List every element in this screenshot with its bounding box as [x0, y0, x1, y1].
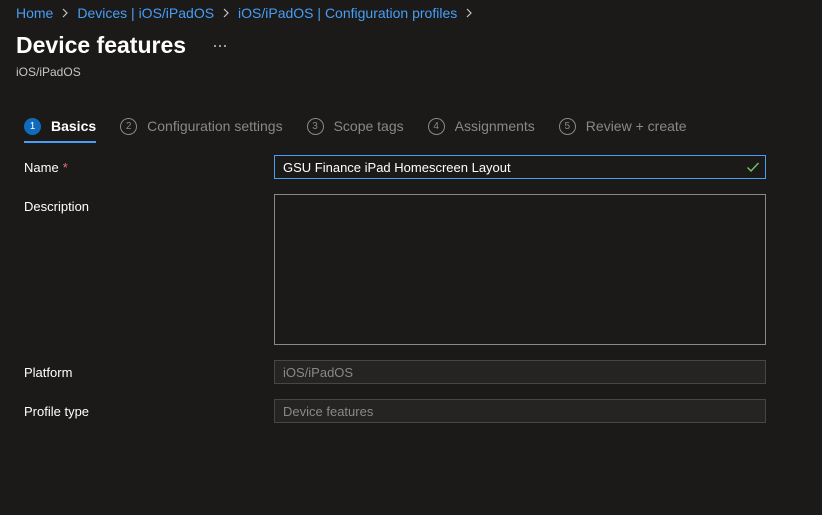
chevron-right-icon [465, 8, 473, 18]
title-row: Device features [16, 32, 232, 59]
step-number-badge: 1 [24, 117, 41, 135]
page-subtitle: iOS/iPadOS [16, 65, 81, 79]
breadcrumb-home-link[interactable]: Home [16, 5, 53, 21]
profile-type-field [274, 399, 766, 423]
step-label: Assignments [454, 118, 535, 134]
name-label: Name * [24, 160, 68, 175]
description-textarea[interactable] [274, 194, 766, 345]
checkmark-icon [746, 160, 760, 174]
platform-field [274, 360, 766, 384]
name-label-text: Name [24, 160, 59, 175]
step-label: Scope tags [333, 118, 404, 134]
profile-type-label: Profile type [24, 404, 90, 419]
name-input[interactable] [274, 155, 766, 179]
ellipsis-icon [214, 44, 227, 47]
wizard-steps: 1 Basics 2 Configuration settings 3 Scop… [24, 115, 711, 145]
step-label: Review + create [585, 118, 687, 134]
tab-basics[interactable]: 1 Basics [24, 115, 97, 143]
page: Home Devices | iOS/iPadOS iOS/iPadOS | C… [0, 0, 822, 515]
description-label: Description [24, 199, 90, 214]
required-marker: * [62, 160, 68, 175]
tab-scope-tags[interactable]: 3 Scope tags [306, 115, 404, 137]
step-number-badge: 3 [306, 117, 324, 135]
breadcrumb: Home Devices | iOS/iPadOS iOS/iPadOS | C… [16, 5, 481, 21]
page-title: Device features [16, 32, 187, 58]
step-label: Basics [51, 118, 97, 134]
tab-assignments[interactable]: 4 Assignments [427, 115, 535, 137]
breadcrumb-devices-link[interactable]: Devices | iOS/iPadOS [77, 5, 214, 21]
step-number-badge: 5 [558, 117, 576, 135]
step-label: Configuration settings [147, 118, 283, 134]
step-number-badge: 2 [120, 117, 138, 135]
platform-label: Platform [24, 365, 73, 380]
tab-review-create[interactable]: 5 Review + create [558, 115, 687, 137]
tab-configuration-settings[interactable]: 2 Configuration settings [120, 115, 283, 137]
chevron-right-icon [222, 8, 230, 18]
breadcrumb-configuration-profiles-link[interactable]: iOS/iPadOS | Configuration profiles [238, 5, 457, 21]
step-number-badge: 4 [427, 117, 445, 135]
chevron-right-icon [61, 8, 69, 18]
more-options-button[interactable] [208, 34, 232, 58]
